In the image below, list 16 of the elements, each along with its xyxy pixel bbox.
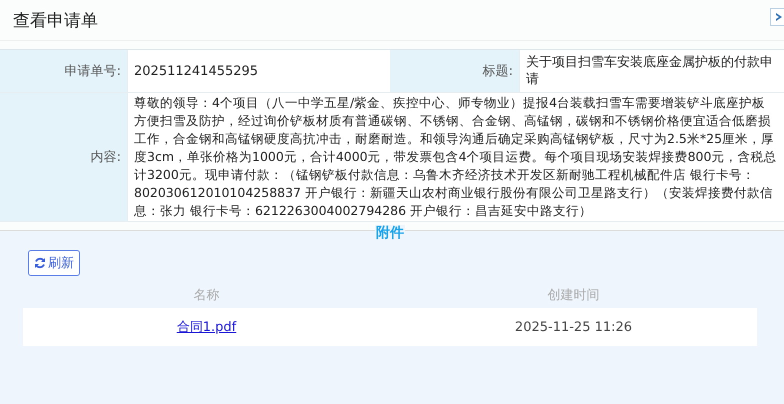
field-label: 内容: [0,93,128,222]
field-label: 申请单号: [0,50,128,93]
field-value: 尊敬的领导：4个项目（八一中学五星/紫金、疾控中心、师专物业）提报4台装载扫雪车需要增装铲斗底座护板方便扫雪及防护，经过询价铲板材质有普通碳钢、不锈钢、合金钢、高锰钢，碳钢和不锈钢价格便宜适合低磨损工作，合金钢和高锰钢硬度高抗冲击，耐磨耐造。和领导沟通后确定采购高锰钢铲板，尺寸为2.5米*25厘米，厚度3cm，单张价格为1000元，合计4000元，带发票包含4个项目运费。每个项目现场安装焊接费800元，含税总计3200元。现申请付款：（锰钢铲板付款信息：乌鲁木齐经济技术开发区新耐驰工程机械配件店 银行卡号：802030612010104258837 开户银行：新疆天山农村商业银行股份有限公司卫星路支行）（安装焊接费付款信息：张力 银行卡号：6212263004002794286 开户银行：昌吉延安中路支行） [128,93,784,222]
file-link[interactable]: 合同1.pdf [176,320,236,335]
section-title: 附件 [375,225,405,241]
field-value: 关于项目扫雪车安装底座金属护板的付款申请 [520,50,784,93]
column-header: 名称 [192,287,220,304]
field-value: 202511241455295 [128,50,390,93]
expand-button[interactable] [770,8,784,26]
dialog-title: 查看申请单 [13,10,98,32]
refresh-icon [34,257,46,269]
refresh-button[interactable]: 刷新 [28,250,80,276]
column-header: 创建时间 [546,287,600,304]
chevron-icon [776,13,782,21]
field-label: 标题: [390,50,520,93]
created-time: 2025-11-25 11:26 [514,320,632,334]
